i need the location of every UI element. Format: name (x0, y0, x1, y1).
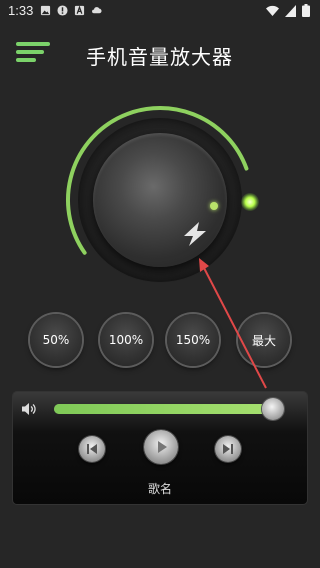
preset-100-button[interactable]: 100% (100, 314, 152, 366)
volume-knob[interactable] (93, 133, 227, 267)
lightning-icon (184, 222, 206, 246)
play-button[interactable] (144, 430, 178, 464)
knob-indicator-dot (210, 202, 218, 210)
image-icon (40, 5, 51, 16)
app-header: 手机音量放大器 (0, 30, 320, 80)
volume-slider-thumb[interactable] (261, 398, 284, 420)
arc-glow-indicator (241, 193, 259, 211)
status-bar: 1:33 (0, 0, 320, 24)
preset-150-button[interactable]: 150% (167, 314, 219, 366)
page-title: 手机音量放大器 (86, 45, 233, 69)
cloud-icon (92, 7, 102, 14)
previous-button[interactable] (79, 436, 105, 462)
preset-max-button[interactable]: 最大 (238, 314, 290, 366)
volume-knob-area (60, 100, 260, 300)
next-button[interactable] (215, 436, 241, 462)
text-a-icon (74, 5, 85, 16)
signal-icon (285, 4, 296, 17)
preset-buttons: 50% 100% 150% 最大 (30, 314, 292, 370)
next-icon (223, 444, 233, 454)
status-time: 1:33 (8, 3, 34, 18)
preset-50-button[interactable]: 50% (30, 314, 82, 366)
music-player-panel: 歌名 (13, 392, 307, 504)
volume-slider-fill (54, 404, 273, 414)
play-icon (158, 441, 167, 453)
wifi-icon (266, 5, 279, 16)
alert-icon (57, 5, 68, 16)
speaker-icon (22, 403, 36, 415)
song-name: 歌名 (147, 482, 172, 496)
battery-icon (302, 4, 310, 17)
menu-icon[interactable] (16, 42, 52, 66)
prev-icon (87, 444, 97, 454)
volume-slider[interactable] (54, 398, 284, 420)
